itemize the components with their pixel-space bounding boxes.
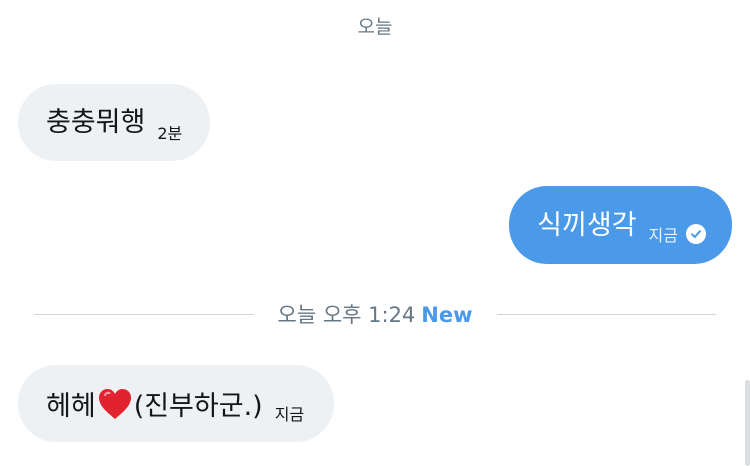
message-text-before: 헤헤	[46, 390, 96, 422]
message-text-after: (진부하군.)	[133, 390, 263, 422]
message-timestamp: 지금	[274, 404, 305, 424]
message-timestamp: 지금	[648, 226, 678, 245]
divider-line-left	[34, 313, 254, 315]
new-badge: New	[421, 303, 473, 327]
new-messages-divider: 오늘 오후 1:24 New	[34, 296, 717, 332]
chat-conversation: 오늘 충충뭐행 2분 식끼생각 지금 오늘 오후 1:24 New 헤헤 (진부하군…	[0, 0, 750, 466]
message-timestamp: 2분	[157, 123, 183, 143]
heart-icon	[97, 387, 133, 421]
message-bubble-incoming[interactable]: 헤헤 (진부하군.) 지금	[18, 365, 335, 442]
message-text: 식끼생각	[537, 209, 637, 241]
divider-label: 오늘 오후 1:24 New	[254, 299, 497, 329]
divider-line-right	[496, 313, 717, 315]
divider-timestamp: 오늘 오후 1:24	[277, 303, 416, 327]
message-bubble-incoming[interactable]: 충충뭐행 2분	[18, 84, 211, 161]
message-bubble-outgoing[interactable]: 식끼생각 지금	[509, 186, 732, 264]
date-header: 오늘	[357, 16, 393, 38]
scrollbar[interactable]	[745, 380, 750, 466]
message-text: 헤헤 (진부하군.)	[46, 387, 263, 421]
message-text: 충충뭐행	[46, 107, 146, 138]
read-check-icon	[686, 224, 706, 244]
